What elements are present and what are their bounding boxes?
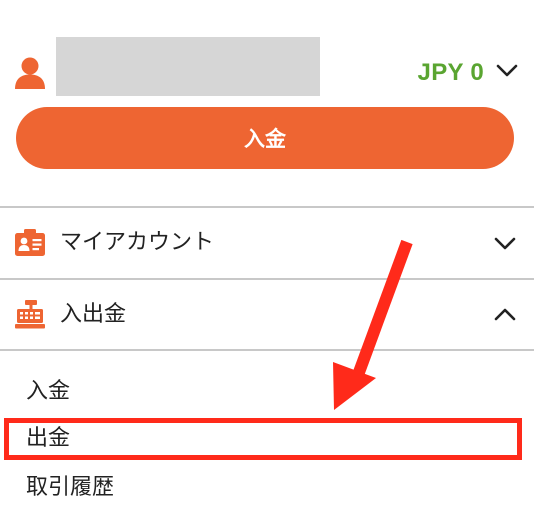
cash-register-icon [15, 300, 45, 329]
submenu-item-withdrawal[interactable]: 出金 [26, 425, 70, 453]
menu-item-deposit-withdrawal[interactable]: 入出金 [0, 280, 534, 350]
user-icon [15, 57, 45, 89]
divider [0, 349, 534, 351]
chevron-up-icon [494, 308, 516, 321]
menu-item-label: マイアカウント [60, 230, 215, 255]
chevron-down-icon[interactable] [496, 64, 518, 78]
submenu-item-transaction-history[interactable]: 取引履歴 [26, 474, 114, 502]
balance-display[interactable]: JPY 0 [418, 60, 484, 86]
menu-item-my-account[interactable]: マイアカウント [0, 208, 534, 278]
submenu-item-deposit[interactable]: 入金 [26, 378, 70, 406]
menu-item-label: 入出金 [60, 302, 127, 327]
account-header: JPY 0 [0, 0, 534, 105]
account-menu-panel: JPY 0 入金 マイアカウント 入出金 入金 出金 取引履歴 [0, 0, 534, 531]
annotation-highlight-box [4, 418, 522, 460]
id-card-icon [15, 229, 45, 256]
chevron-down-icon [494, 237, 516, 250]
username-placeholder [56, 37, 320, 96]
deposit-button[interactable]: 入金 [16, 107, 514, 169]
